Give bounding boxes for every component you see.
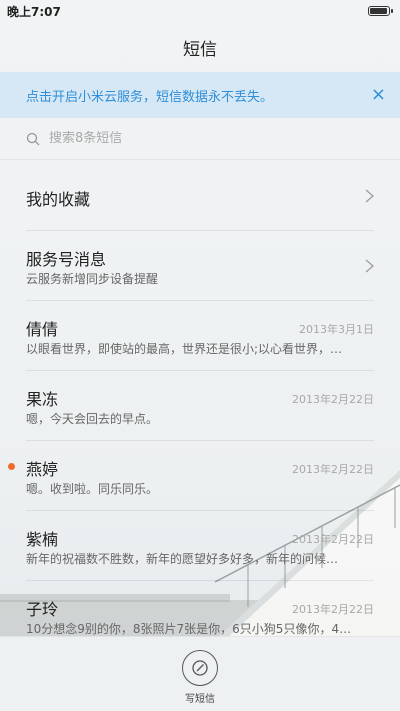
compose-button[interactable] <box>182 650 218 686</box>
service-title: 服务号消息 <box>26 250 107 269</box>
thread-name: 紫楠 <box>26 530 59 549</box>
favorites-item[interactable]: 我的收藏 <box>26 161 374 231</box>
status-time: 晚上7:07 <box>7 4 61 19</box>
thread-name: 燕婷 <box>26 460 59 479</box>
thread-date: 2013年2月22日 <box>292 393 374 406</box>
chevron-right-icon <box>365 189 374 203</box>
thread-row[interactable]: 倩倩 2013年3月1日 以眼看世界，即使站的最高，世界还是很小;以心看世界，… <box>26 301 374 371</box>
banner-text[interactable]: 点击开启小米云服务，短信数据永不丢失。 <box>26 86 273 105</box>
thread-row[interactable]: 燕婷 2013年2月22日 嗯。收到啦。同乐同乐。 <box>8 441 374 511</box>
battery-icon <box>368 6 393 16</box>
header: 短信 <box>0 22 400 72</box>
thread-preview: 嗯，今天会回去的早点。 <box>26 412 159 426</box>
thread-row[interactable]: 紫楠 2013年2月22日 新年的祝福数不胜数，新年的愿望好多好多，新年的问候… <box>26 511 374 581</box>
thread-preview: 10分想念9别的你，8张照片7张是你，6只小狗5只像你，4… <box>26 622 352 636</box>
thread-name: 子玲 <box>26 600 59 619</box>
search-bar[interactable] <box>0 118 400 160</box>
status-bar: 晚上7:07 <box>0 0 400 22</box>
chevron-right-icon <box>365 259 374 273</box>
thread-preview: 嗯。收到啦。同乐同乐。 <box>26 482 159 496</box>
bottom-bar: 写短信 <box>0 636 400 711</box>
thread-row[interactable]: 果冻 2013年2月22日 嗯，今天会回去的早点。 <box>26 371 374 441</box>
page-title: 短信 <box>183 39 217 60</box>
close-icon[interactable]: × <box>371 86 386 104</box>
compose-icon <box>192 660 208 676</box>
unread-dot-icon <box>8 463 15 470</box>
thread-date: 2013年3月1日 <box>299 323 374 336</box>
thread-date: 2013年2月22日 <box>292 603 374 616</box>
compose-label: 写短信 <box>185 694 215 705</box>
cloud-service-banner[interactable]: 点击开启小米云服务，短信数据永不丢失。 × <box>0 72 400 118</box>
thread-name: 果冻 <box>26 390 59 409</box>
thread-date: 2013年2月22日 <box>292 533 374 546</box>
search-input[interactable] <box>49 131 349 146</box>
service-subtitle: 云服务新增同步设备提醒 <box>26 272 159 286</box>
thread-preview: 新年的祝福数不胜数，新年的愿望好多好多，新年的问候… <box>26 552 339 566</box>
favorites-label: 我的收藏 <box>26 190 91 209</box>
thread-name: 倩倩 <box>26 320 59 339</box>
message-list: 我的收藏 服务号消息 云服务新增同步设备提醒 倩倩 2013年3月1日 以眼看世… <box>0 161 400 651</box>
thread-preview: 以眼看世界，即使站的最高，世界还是很小;以心看世界，… <box>26 342 343 356</box>
search-icon <box>26 132 40 145</box>
thread-date: 2013年2月22日 <box>292 463 374 476</box>
service-messages-item[interactable]: 服务号消息 云服务新增同步设备提醒 <box>26 231 374 301</box>
